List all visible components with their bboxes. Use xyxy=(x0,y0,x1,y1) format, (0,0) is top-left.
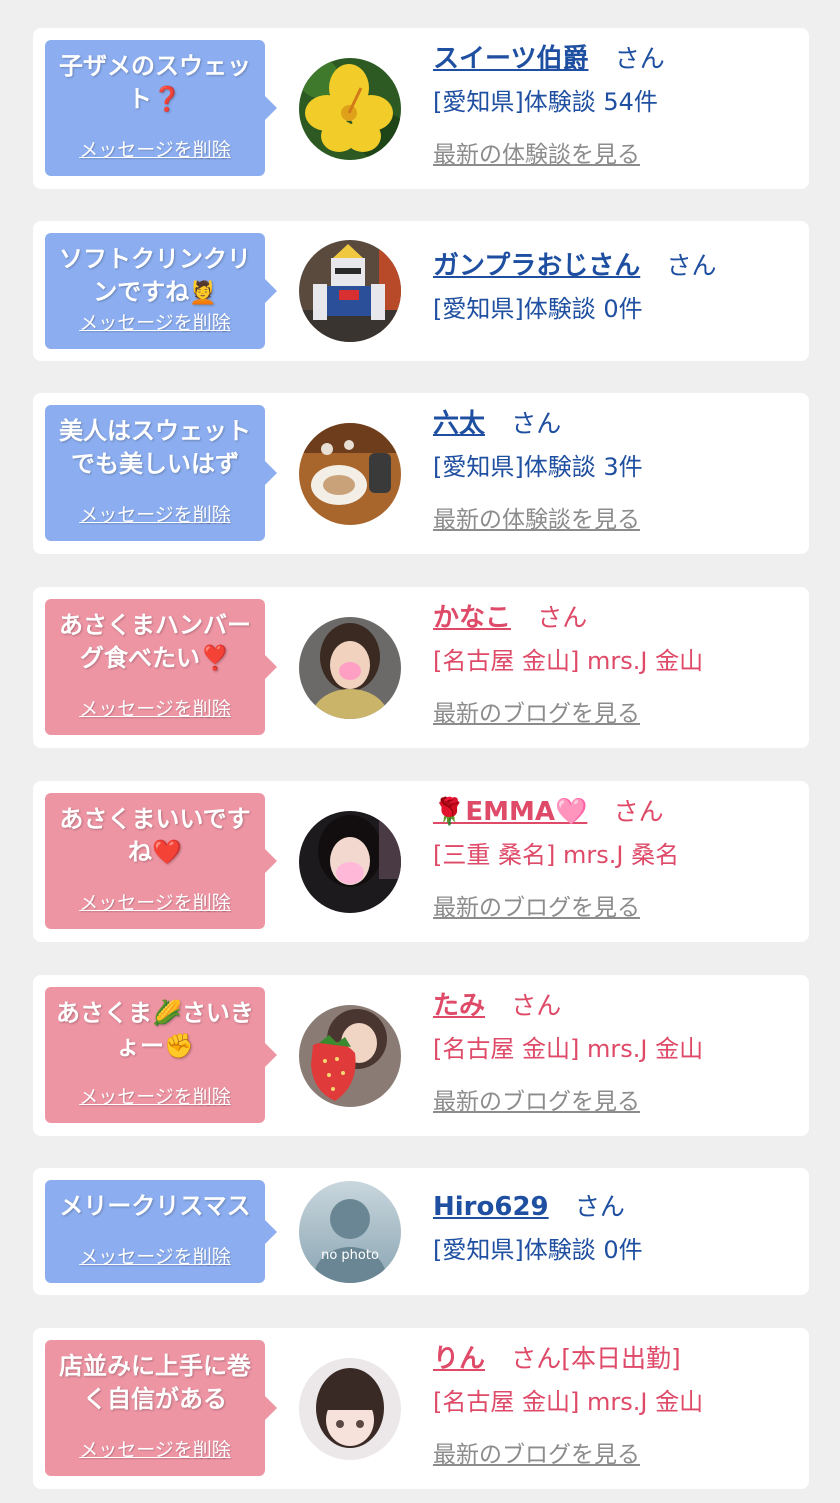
message-card: あさくまハンバーグ食べたい❣️ メッセージを削除 かなこ さん [名古屋 金山]… xyxy=(33,587,809,748)
avatar[interactable] xyxy=(299,1358,401,1460)
user-name-link[interactable]: Hiro629 xyxy=(433,1192,549,1222)
message-text: あさくま🌽さいきょー✊ xyxy=(56,999,254,1060)
hibiscus-photo xyxy=(299,58,401,160)
message-bubble: メリークリスマス メッセージを削除 xyxy=(45,1180,277,1283)
user-name-link[interactable]: りん xyxy=(433,1344,485,1374)
avatar[interactable]: no photo xyxy=(299,1181,401,1283)
message-bubble: ソフトクリンクリンですね💆 メッセージを削除 xyxy=(45,233,277,349)
message-bubble: あさくまいいですね❤️ メッセージを削除 xyxy=(45,793,277,929)
honorific: さん xyxy=(666,251,717,280)
delete-message-link[interactable]: メッセージを削除 xyxy=(45,135,265,162)
message-bubble: 店並みに上手に巻く自信がある メッセージを削除 xyxy=(45,1340,277,1476)
user-name-link[interactable]: スイーツ伯爵 xyxy=(433,44,588,74)
user-info: 六太 さん [愛知県]体験談 3件 最新の体験談を見る xyxy=(433,407,801,535)
avatar[interactable] xyxy=(299,58,401,160)
latest-blog-link[interactable]: 最新のブログを見る xyxy=(433,699,801,729)
no-photo-label: no photo xyxy=(321,1248,379,1263)
message-card: あさくま🌽さいきょー✊ メッセージを削除 たみ さん [名古屋 金山] mrs.… xyxy=(33,975,809,1136)
delete-message-link[interactable]: メッセージを削除 xyxy=(45,1435,265,1462)
user-detail: [名古屋 金山] mrs.J 金山 xyxy=(433,1035,704,1063)
user-info: 🌹EMMA🩷 さん [三重 桑名] mrs.J 桑名 最新のブログを見る xyxy=(433,795,801,923)
message-card: 美人はスウェットでも美しいはず メッセージを削除 六太 さん [愛知県]体験談 … xyxy=(33,393,809,554)
user-name-link[interactable]: ガンプラおじさん xyxy=(433,251,640,281)
delete-message-link[interactable]: メッセージを削除 xyxy=(45,1082,265,1109)
honorific: さん[本日出勤] xyxy=(511,1344,681,1373)
user-info: Hiro629 さん [愛知県]体験談 0件 xyxy=(433,1190,801,1266)
honorific: さん xyxy=(614,44,665,73)
avatar[interactable] xyxy=(299,1005,401,1107)
honorific: さん xyxy=(613,797,664,826)
user-name-link[interactable]: 六太 xyxy=(433,409,485,439)
message-bubble: 子ザメのスウェット❓ メッセージを削除 xyxy=(45,40,277,176)
message-card: 店並みに上手に巻く自信がある メッセージを削除 りん さん[本日出勤] [名古屋… xyxy=(33,1328,809,1489)
avatar[interactable] xyxy=(299,423,401,525)
message-card: ソフトクリンクリンですね💆 メッセージを削除 ガンプラおじさん さん [愛知県]… xyxy=(33,221,809,361)
message-bubble: あさくまハンバーグ食べたい❣️ メッセージを削除 xyxy=(45,599,277,735)
delete-message-link[interactable]: メッセージを削除 xyxy=(45,1242,265,1269)
woman-photo xyxy=(299,1358,401,1460)
food-photo xyxy=(299,423,401,525)
user-info: かなこ さん [名古屋 金山] mrs.J 金山 最新のブログを見る xyxy=(433,601,801,729)
user-info: ガンプラおじさん さん [愛知県]体験談 0件 xyxy=(433,249,801,325)
woman-strawberry-photo xyxy=(299,1005,401,1107)
woman-photo xyxy=(299,811,401,913)
user-detail: [愛知県]体験談 54件 xyxy=(433,88,658,116)
message-bubble: 美人はスウェットでも美しいはず メッセージを削除 xyxy=(45,405,277,541)
user-name-link[interactable]: たみ xyxy=(433,991,485,1021)
message-text: メリークリスマス xyxy=(59,1192,251,1220)
gundam-photo xyxy=(299,240,401,342)
delete-message-link[interactable]: メッセージを削除 xyxy=(45,888,265,915)
message-card: あさくまいいですね❤️ メッセージを削除 🌹EMMA🩷 さん [三重 桑名] m… xyxy=(33,781,809,942)
user-detail: [愛知県]体験談 0件 xyxy=(433,295,643,323)
delete-message-link[interactable]: メッセージを削除 xyxy=(45,694,265,721)
message-bubble: あさくま🌽さいきょー✊ メッセージを削除 xyxy=(45,987,277,1123)
avatar[interactable] xyxy=(299,617,401,719)
user-name-link[interactable]: かなこ xyxy=(433,603,511,633)
message-text: 子ザメのスウェット❓ xyxy=(59,52,251,113)
latest-review-link[interactable]: 最新の体験談を見る xyxy=(433,505,801,535)
user-detail: [三重 桑名] mrs.J 桑名 xyxy=(433,841,680,869)
user-detail: [愛知県]体験談 3件 xyxy=(433,453,643,481)
message-text: あさくまハンバーグ食べたい❣️ xyxy=(59,611,251,672)
avatar[interactable] xyxy=(299,811,401,913)
latest-review-link[interactable]: 最新の体験談を見る xyxy=(433,140,801,170)
message-text: ソフトクリンクリンですね💆 xyxy=(59,245,251,306)
latest-blog-link[interactable]: 最新のブログを見る xyxy=(433,1440,801,1470)
message-text: 店並みに上手に巻く自信がある xyxy=(59,1352,251,1413)
avatar[interactable] xyxy=(299,240,401,342)
honorific: さん xyxy=(511,991,562,1020)
honorific: さん xyxy=(537,603,588,632)
user-info: たみ さん [名古屋 金山] mrs.J 金山 最新のブログを見る xyxy=(433,989,801,1117)
latest-blog-link[interactable]: 最新のブログを見る xyxy=(433,893,801,923)
user-info: スイーツ伯爵 さん [愛知県]体験談 54件 最新の体験談を見る xyxy=(433,42,801,170)
delete-message-link[interactable]: メッセージを削除 xyxy=(45,308,265,335)
honorific: さん xyxy=(511,409,562,438)
message-list: 子ザメのスウェット❓ メッセージを削除 スイーツ伯爵 さん [愛知県]体験談 5… xyxy=(0,0,840,1503)
woman-photo xyxy=(299,617,401,719)
massage-emoji-icon: 💆 xyxy=(189,281,217,306)
message-card: メリークリスマス メッセージを削除 no photo Hiro629 さん [愛… xyxy=(33,1168,809,1295)
honorific: さん xyxy=(574,1192,625,1221)
user-detail: [愛知県]体験談 0件 xyxy=(433,1236,643,1264)
user-name-link[interactable]: 🌹EMMA🩷 xyxy=(433,797,587,827)
user-detail: [名古屋 金山] mrs.J 金山 xyxy=(433,1388,704,1416)
user-detail: [名古屋 金山] mrs.J 金山 xyxy=(433,647,704,675)
no-photo-placeholder-icon: no photo xyxy=(299,1181,401,1283)
message-text: あさくまいいですね❤️ xyxy=(59,805,251,866)
latest-blog-link[interactable]: 最新のブログを見る xyxy=(433,1087,801,1117)
message-text: 美人はスウェットでも美しいはず xyxy=(59,417,251,478)
message-card: 子ザメのスウェット❓ メッセージを削除 スイーツ伯爵 さん [愛知県]体験談 5… xyxy=(33,28,809,189)
delete-message-link[interactable]: メッセージを削除 xyxy=(45,500,265,527)
user-info: りん さん[本日出勤] [名古屋 金山] mrs.J 金山 最新のブログを見る xyxy=(433,1342,801,1470)
